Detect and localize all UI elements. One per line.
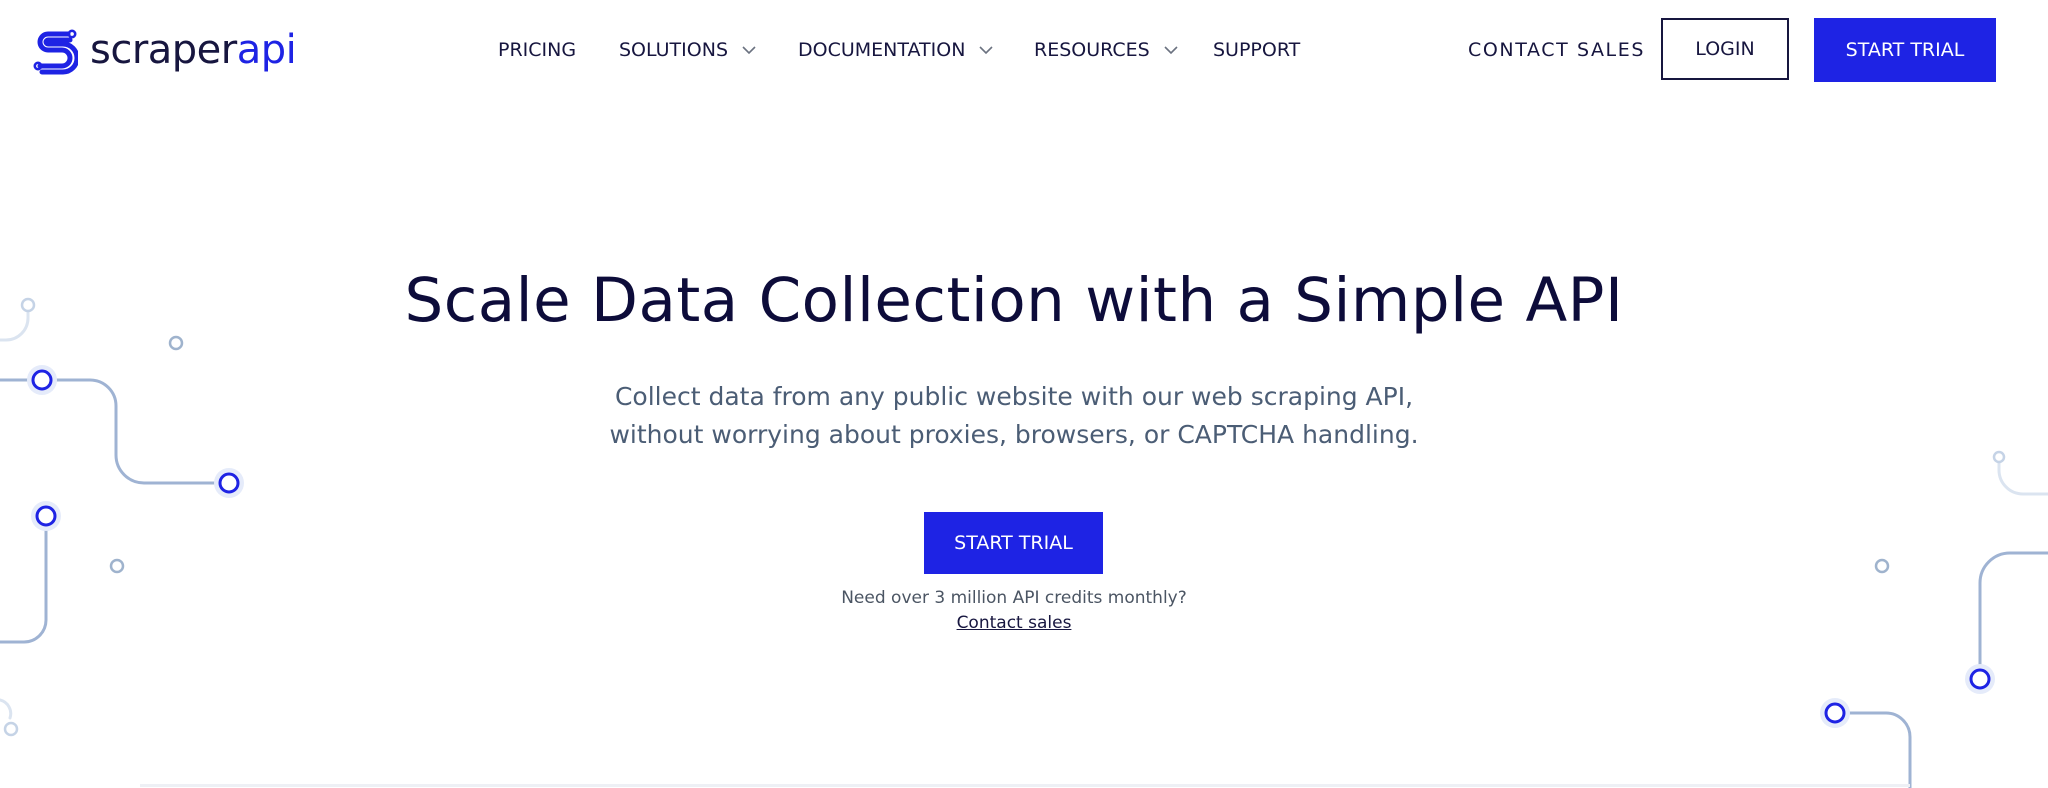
contact-sales-container: Contact sales bbox=[0, 613, 2028, 633]
section-divider bbox=[140, 784, 1910, 787]
hero-subtitle-line-2: without worrying about proxies, browsers… bbox=[609, 420, 1419, 449]
contact-sales-hero-link[interactable]: Contact sales bbox=[957, 613, 1072, 633]
hero-subtitle: Collect data from any public website wit… bbox=[0, 378, 2028, 454]
start-trial-hero-button[interactable]: START TRIAL bbox=[924, 512, 1103, 574]
credits-note: Need over 3 million API credits monthly? bbox=[841, 588, 1187, 608]
hero-title: Scale Data Collection with a Simple API bbox=[404, 265, 1624, 336]
hero-subtitle-line-1: Collect data from any public website wit… bbox=[614, 382, 1414, 411]
